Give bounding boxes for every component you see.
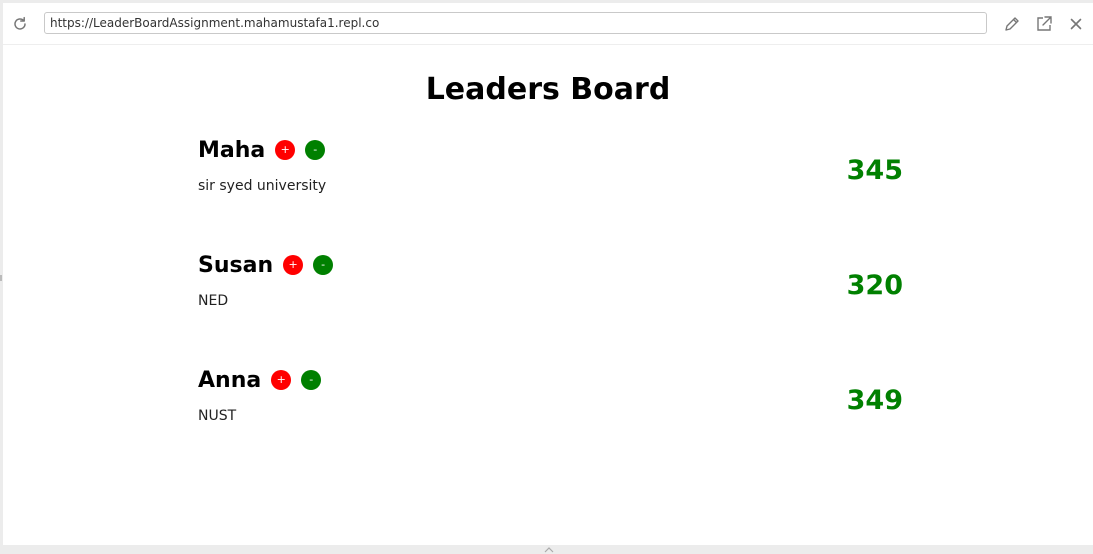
player-name-line: Susan + - <box>198 250 343 280</box>
player-organization: NED <box>198 293 229 309</box>
player-name: Anna <box>198 367 262 393</box>
player-organization: sir syed university <box>198 178 327 194</box>
decrement-button[interactable]: - <box>301 370 322 390</box>
player-row: Susan + - NED 320 <box>198 250 908 330</box>
close-icon[interactable] <box>1067 15 1085 33</box>
url-input[interactable]: https://LeaderBoardAssignment.mahamustaf… <box>44 12 987 34</box>
player-score: 349 <box>846 385 903 416</box>
page-title: Leaders Board <box>425 72 671 107</box>
player-row: Anna + - NUST 349 <box>198 365 908 445</box>
resize-handle[interactable] <box>0 275 2 281</box>
player-organization: NUST <box>198 408 237 424</box>
increment-button[interactable]: + <box>275 140 296 160</box>
browser-toolbar: https://LeaderBoardAssignment.mahamustaf… <box>3 3 1093 45</box>
player-name-line: Maha + - <box>198 135 335 165</box>
decrement-button[interactable]: - <box>313 255 334 275</box>
reload-icon[interactable] <box>11 15 29 33</box>
chevron-up-icon[interactable] <box>541 545 557 554</box>
player-score: 320 <box>846 270 903 301</box>
player-name: Maha <box>198 137 266 163</box>
increment-button[interactable]: + <box>271 370 292 390</box>
increment-button[interactable]: + <box>283 255 304 275</box>
edit-icon[interactable] <box>1003 15 1021 33</box>
decrement-button[interactable]: - <box>305 140 326 160</box>
player-row: Maha + - sir syed university 345 <box>198 135 908 215</box>
player-name-line: Anna + - <box>198 365 331 395</box>
player-score: 345 <box>846 155 903 186</box>
page-content: Leaders Board Maha + - sir syed universi… <box>3 45 1093 545</box>
player-name: Susan <box>198 252 274 278</box>
external-link-icon[interactable] <box>1035 15 1053 33</box>
browser-frame: https://LeaderBoardAssignment.mahamustaf… <box>3 3 1093 545</box>
